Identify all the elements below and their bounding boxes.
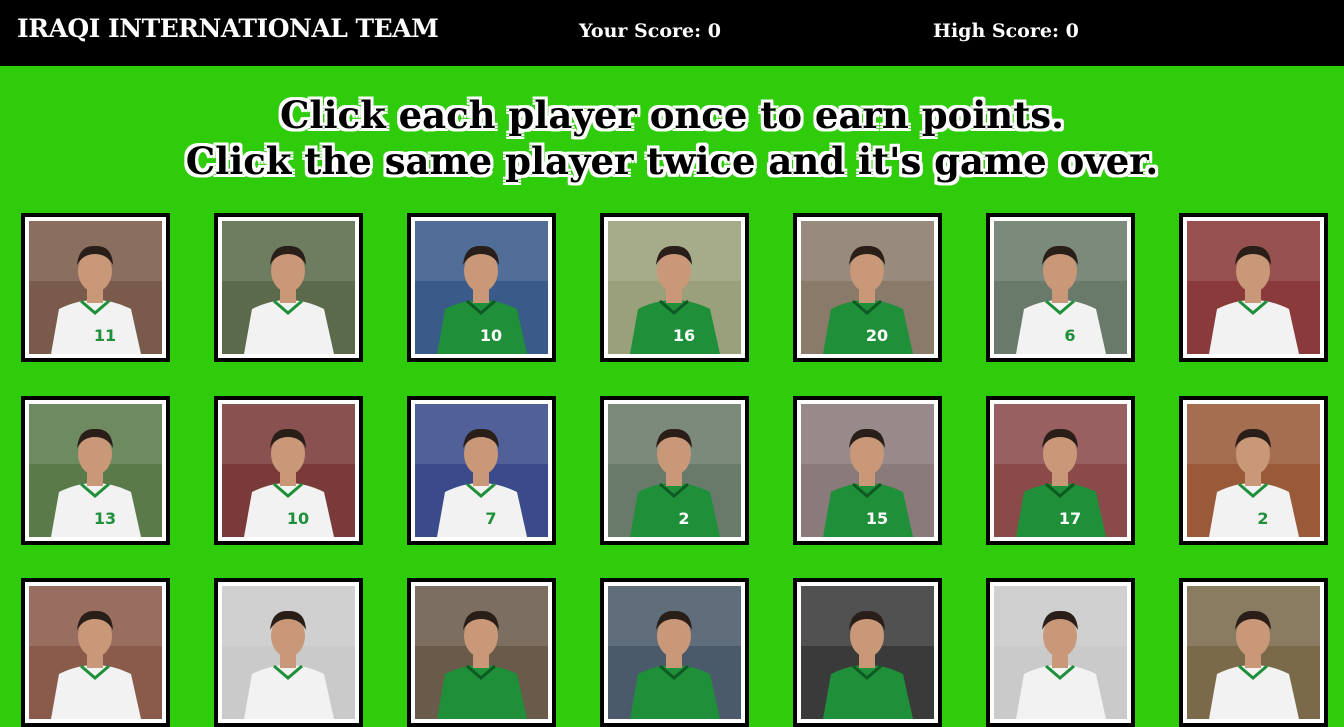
- player-image: [608, 586, 741, 719]
- player-image: 17: [994, 404, 1127, 537]
- player-card-1[interactable]: 11: [21, 213, 170, 362]
- player-card-14[interactable]: 2: [1179, 396, 1328, 545]
- card-frame: 13: [25, 400, 166, 541]
- player-image: [222, 586, 355, 719]
- player-image: 2: [1187, 404, 1320, 537]
- player-card-6[interactable]: 6: [986, 213, 1135, 362]
- jersey-number: 15: [866, 509, 888, 528]
- player-image: 13: [29, 404, 162, 537]
- jersey-number: 13: [94, 509, 116, 528]
- player-image: [1187, 586, 1320, 719]
- jersey-number: 11: [94, 326, 116, 345]
- player-image: 20: [801, 221, 934, 354]
- player-image: 2: [608, 404, 741, 537]
- jersey-number: 17: [1059, 509, 1081, 528]
- player-photo: 10: [222, 404, 355, 537]
- card-frame: 11: [25, 217, 166, 358]
- player-card-20[interactable]: [986, 578, 1135, 727]
- player-card-10[interactable]: 7: [407, 396, 556, 545]
- card-frame: 7: [411, 400, 552, 541]
- player-photo: [1187, 586, 1320, 719]
- card-frame: [411, 582, 552, 723]
- jersey-number: 16: [673, 326, 695, 345]
- card-frame: [990, 582, 1131, 723]
- player-card-3[interactable]: 10: [407, 213, 556, 362]
- player-image: [29, 586, 162, 719]
- player-image: 16: [608, 221, 741, 354]
- card-frame: [797, 582, 938, 723]
- card-frame: [1183, 582, 1324, 723]
- jersey-number: 10: [480, 326, 502, 345]
- card-frame: 10: [218, 400, 359, 541]
- jersey-number: 20: [866, 326, 888, 345]
- card-frame: 20: [797, 217, 938, 358]
- player-image: 11: [29, 221, 162, 354]
- jersey-number: 2: [1257, 509, 1268, 528]
- player-photo: 6: [994, 221, 1127, 354]
- player-card-5[interactable]: 20: [793, 213, 942, 362]
- player-card-11[interactable]: 2: [600, 396, 749, 545]
- player-card-13[interactable]: 17: [986, 396, 1135, 545]
- player-image: [1187, 221, 1320, 354]
- card-frame: 2: [1183, 400, 1324, 541]
- card-frame: 17: [990, 400, 1131, 541]
- player-card-2[interactable]: [214, 213, 363, 362]
- player-photo: [222, 586, 355, 719]
- player-photo: 11: [29, 221, 162, 354]
- jersey-number: 10: [287, 509, 309, 528]
- card-frame: 10: [411, 217, 552, 358]
- player-photo: [608, 586, 741, 719]
- player-image: 6: [994, 221, 1127, 354]
- player-photo: 17: [994, 404, 1127, 537]
- player-image: 10: [222, 404, 355, 537]
- player-card-17[interactable]: [407, 578, 556, 727]
- player-grid: 11 10 16 20 6 13 10 7 2 15 17 2: [0, 0, 1344, 727]
- player-photo: [801, 586, 934, 719]
- player-card-12[interactable]: 15: [793, 396, 942, 545]
- player-card-21[interactable]: [1179, 578, 1328, 727]
- player-photo: 20: [801, 221, 934, 354]
- card-frame: 15: [797, 400, 938, 541]
- jersey-number: 7: [485, 509, 496, 528]
- player-card-19[interactable]: [793, 578, 942, 727]
- card-frame: [1183, 217, 1324, 358]
- player-photo: 2: [608, 404, 741, 537]
- player-card-15[interactable]: [21, 578, 170, 727]
- player-image: [994, 586, 1127, 719]
- card-frame: [218, 582, 359, 723]
- player-photo: [994, 586, 1127, 719]
- player-photo: [1187, 221, 1320, 354]
- card-frame: 2: [604, 400, 745, 541]
- card-frame: [218, 217, 359, 358]
- jersey-number: 2: [678, 509, 689, 528]
- player-image: 7: [415, 404, 548, 537]
- player-photo: 13: [29, 404, 162, 537]
- player-image: 15: [801, 404, 934, 537]
- card-frame: 6: [990, 217, 1131, 358]
- player-photo: 2: [1187, 404, 1320, 537]
- player-image: 10: [415, 221, 548, 354]
- player-photo: 7: [415, 404, 548, 537]
- player-card-4[interactable]: 16: [600, 213, 749, 362]
- player-card-8[interactable]: 13: [21, 396, 170, 545]
- player-image: [415, 586, 548, 719]
- player-photo: [222, 221, 355, 354]
- player-photo: [415, 586, 548, 719]
- player-card-9[interactable]: 10: [214, 396, 363, 545]
- player-photo: 10: [415, 221, 548, 354]
- card-frame: 16: [604, 217, 745, 358]
- player-photo: 16: [608, 221, 741, 354]
- jersey-number: 6: [1064, 326, 1075, 345]
- player-photo: 15: [801, 404, 934, 537]
- player-card-7[interactable]: [1179, 213, 1328, 362]
- player-image: [801, 586, 934, 719]
- player-card-16[interactable]: [214, 578, 363, 727]
- player-card-18[interactable]: [600, 578, 749, 727]
- card-frame: [25, 582, 166, 723]
- player-photo: [29, 586, 162, 719]
- player-image: [222, 221, 355, 354]
- card-frame: [604, 582, 745, 723]
